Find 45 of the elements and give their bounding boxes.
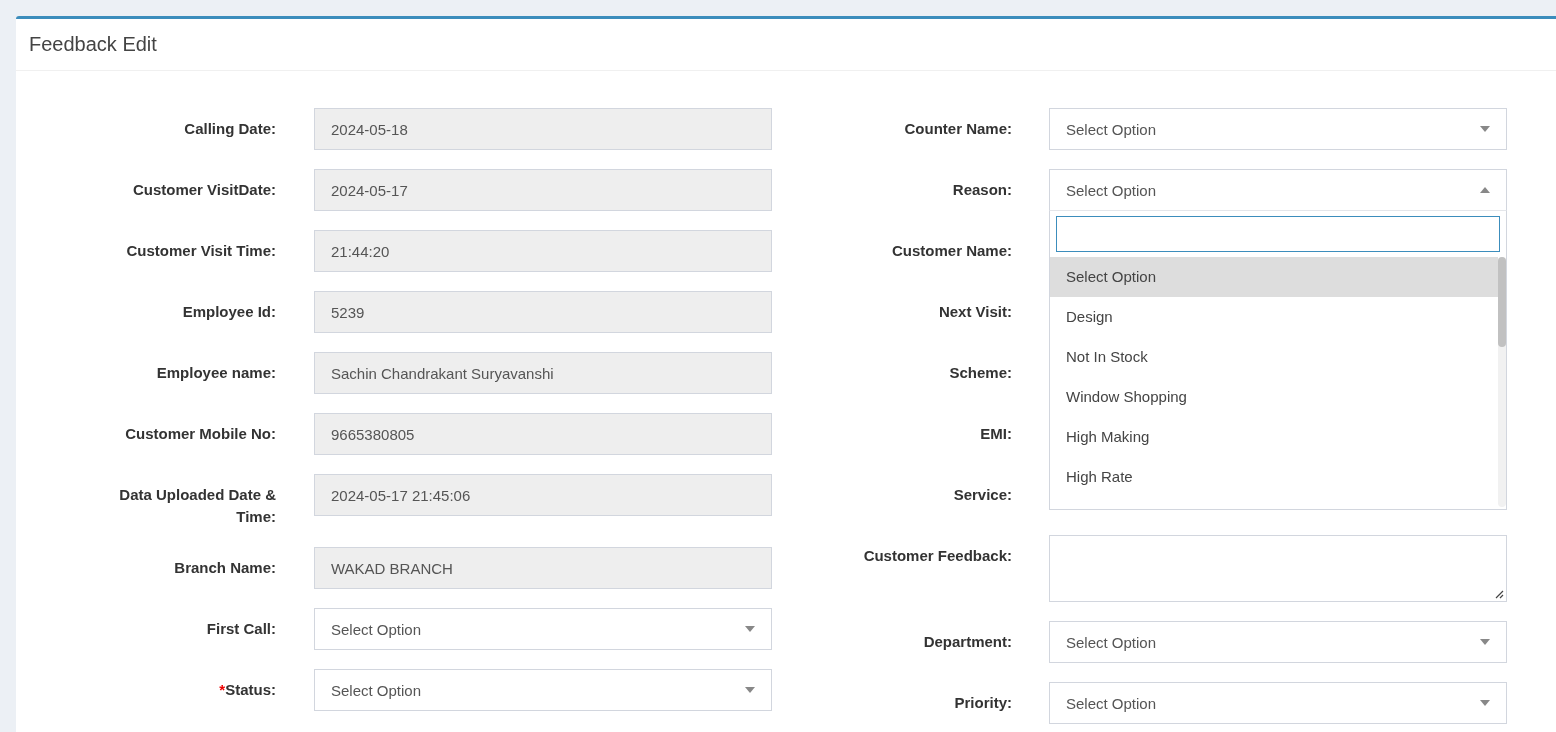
select-field[interactable]: Select Option bbox=[1049, 108, 1507, 150]
field-label: First Call: bbox=[205, 619, 276, 639]
field-label: Employee Id: bbox=[181, 302, 276, 322]
field-label: Service: bbox=[952, 485, 1012, 505]
field-label: Data Uploaded Date & Time: bbox=[118, 485, 276, 527]
field-label: Customer Visit Time: bbox=[125, 241, 276, 261]
field-label: Department: bbox=[922, 632, 1012, 652]
field-label: Customer VisitDate: bbox=[131, 180, 276, 200]
field-label: Priority: bbox=[953, 693, 1012, 713]
field-label: *Status: bbox=[218, 680, 276, 700]
field-label: Reason: bbox=[951, 180, 1012, 200]
field-label: EMI: bbox=[979, 424, 1012, 444]
field-label: Scheme: bbox=[948, 363, 1012, 383]
readonly-field[interactable]: 2024-05-18 bbox=[314, 108, 772, 150]
readonly-field[interactable]: 2024-05-17 bbox=[314, 169, 772, 211]
readonly-field[interactable]: WAKAD BRANCH bbox=[314, 547, 772, 589]
field-label: Calling Date: bbox=[183, 119, 276, 139]
textarea-field[interactable] bbox=[1049, 535, 1507, 602]
select-field[interactable]: Select Option bbox=[1049, 682, 1507, 724]
readonly-field[interactable]: 9665380805 bbox=[314, 413, 772, 455]
scrollbar[interactable] bbox=[1498, 257, 1506, 507]
select-field[interactable]: Select Option bbox=[314, 608, 772, 650]
field-label: Customer Name: bbox=[890, 241, 1012, 261]
readonly-field[interactable]: 2024-05-17 21:45:06 bbox=[314, 474, 772, 516]
dropdown-option[interactable]: High Making bbox=[1050, 417, 1498, 457]
select-field[interactable]: Select Option bbox=[1049, 621, 1507, 663]
field-label: Next Visit: bbox=[937, 302, 1012, 322]
select-field[interactable]: Select Option bbox=[1049, 169, 1507, 211]
field-label: Counter Name: bbox=[903, 119, 1012, 139]
dropdown-option[interactable]: Not In Stock bbox=[1050, 337, 1498, 377]
field-label: Branch Name: bbox=[173, 558, 276, 578]
resize-grip-icon bbox=[1495, 590, 1504, 599]
select-field[interactable]: Select Option bbox=[314, 669, 772, 711]
readonly-field[interactable]: 21:44:20 bbox=[314, 230, 772, 272]
dropdown-option[interactable]: Design bbox=[1050, 297, 1498, 337]
field-label: Customer Mobile No: bbox=[124, 424, 276, 444]
field-label: Employee name: bbox=[155, 363, 276, 383]
search-field[interactable] bbox=[1056, 216, 1500, 252]
page-title: Feedback Edit bbox=[29, 33, 157, 56]
dropdown-option[interactable]: High Rate bbox=[1050, 457, 1498, 497]
readonly-field[interactable]: Sachin Chandrakant Suryavanshi bbox=[314, 352, 772, 394]
readonly-field[interactable]: 5239 bbox=[314, 291, 772, 333]
field-label: Customer Feedback: bbox=[862, 546, 1012, 566]
dropdown-option[interactable]: Window Shopping bbox=[1050, 377, 1498, 417]
dropdown-option[interactable]: Select Option bbox=[1050, 257, 1498, 297]
